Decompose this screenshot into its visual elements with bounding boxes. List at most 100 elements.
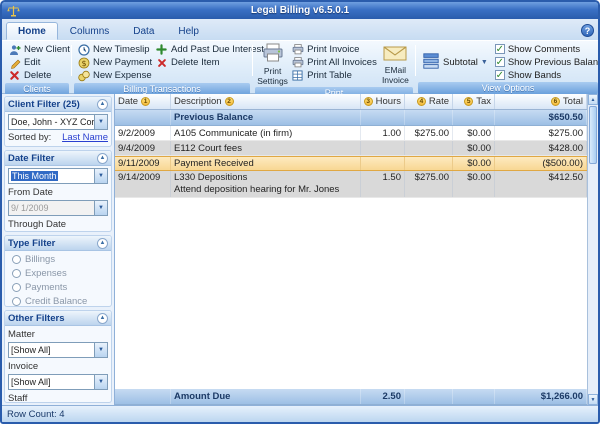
client-select[interactable]: Doe, John - XYZ Corporation ▼ [8,114,108,130]
print-invoice-button[interactable]: Print Invoice [289,43,379,56]
subtotal-button[interactable]: Subtotal ▼ [419,52,491,73]
add-past-due-interest-label: Add Past Due Interest [171,44,264,55]
ribbon-toolbar: New Client Edit Delete Clients [2,40,598,94]
tab-data[interactable]: Data [121,22,166,40]
grid-header-row: Date 1 Description 2 3 Hours 4 Rate [115,94,587,110]
chevron-down-icon[interactable]: ▼ [94,169,107,183]
collapse-chevron-icon[interactable]: ▲ [97,313,108,324]
matter-label: Matter [8,329,108,340]
chevron-down-icon[interactable]: ▼ [94,115,107,129]
chevron-down-icon[interactable]: ▼ [94,343,107,357]
column-header-description[interactable]: Description 2 [171,94,361,109]
collapse-chevron-icon[interactable]: ▲ [97,153,108,164]
from-date-field[interactable]: 9/ 1/2009 ▼ [8,200,108,216]
collapse-chevron-icon[interactable]: ▲ [97,238,108,249]
title-bar: Legal Billing v6.5.0.1 [2,2,598,19]
radio-icon[interactable] [12,283,21,292]
chevron-down-icon[interactable]: ▼ [94,201,107,215]
rate-header-label: Rate [429,96,449,107]
tab-columns[interactable]: Columns [58,22,121,40]
staff-label: Staff [8,393,108,403]
print-table-button[interactable]: Print Table [289,69,379,82]
date-preset-value: This Month [9,169,94,183]
client-filter-header[interactable]: Client Filter (25) ▲ [5,97,111,112]
vertical-scrollbar[interactable]: ▲ ▼ [587,94,598,405]
delete-x-icon [8,69,21,82]
other-filters-panel: Other Filters ▲ Matter [Show All] ▼ Invo… [4,310,112,403]
add-past-due-interest-button[interactable]: Add Past Due Interest [153,43,266,56]
status-bar: Row Count: 4 [2,405,598,422]
show-previous-balance-checkbox[interactable]: Show Previous Balance [495,56,600,68]
delete-client-button[interactable]: Delete [6,69,68,82]
column-header-tax[interactable]: 5 Tax [453,94,495,109]
row-count: Row Count: 4 [7,409,65,420]
new-expense-button[interactable]: New Expense [75,69,153,82]
column-header-total[interactable]: 6 Total [495,94,587,109]
radio-credit-balance-label: Credit Balance [25,296,87,307]
scrollbar-track[interactable] [588,165,598,394]
help-button[interactable]: ? [581,24,594,37]
radio-icon[interactable] [12,255,21,264]
cell-description: Payment Received [171,157,361,170]
new-client-button[interactable]: New Client [6,43,68,56]
cell-total: $275.00 [495,126,587,140]
column-header-hours[interactable]: 3 Hours [361,94,405,109]
tax-header-label: Tax [476,96,491,107]
date-filter-header[interactable]: Date Filter ▲ [5,151,111,166]
print-all-invoices-button[interactable]: Print All Invoices [289,56,379,69]
cell-tax: $0.00 [453,126,495,140]
table-row[interactable]: 9/2/2009 A105 Communicate (in firm) 1.00… [115,126,587,141]
cell-tax: $0.00 [453,141,495,155]
scroll-down-arrow-icon[interactable]: ▼ [588,394,598,405]
from-date-value: 9/ 1/2009 [9,201,94,215]
other-filters-header[interactable]: Other Filters ▲ [5,311,111,326]
radio-payments[interactable]: Payments [8,281,108,293]
table-row[interactable]: 9/14/2009 L330 Depositions Attend deposi… [115,171,587,198]
envelope-icon [383,45,407,64]
show-comments-checkbox[interactable]: Show Comments [495,43,600,55]
type-filter-header[interactable]: Type Filter ▲ [5,236,111,251]
radio-icon[interactable] [12,297,21,306]
invoice-select[interactable]: [Show All] ▼ [8,374,108,390]
date-preset-select[interactable]: This Month ▼ [8,168,108,184]
billing-grid-area: Date 1 Description 2 3 Hours 4 Rate [115,94,598,405]
email-invoice-button[interactable]: EMail Invoice [379,43,412,86]
column-header-rate[interactable]: 4 Rate [405,94,453,109]
column-header-date[interactable]: Date 1 [115,94,171,109]
checkbox-icon[interactable] [495,70,505,80]
collapse-chevron-icon[interactable]: ▲ [97,99,108,110]
group-billing-transactions: New Timeslip $ New Payment New Expense A… [73,42,251,91]
new-payment-button[interactable]: $ New Payment [75,56,153,69]
toolbar-separator [252,45,253,76]
client-filter-title: Client Filter (25) [8,99,80,110]
checkbox-icon[interactable] [495,44,505,54]
new-payment-label: New Payment [93,57,152,68]
subtotal-dropdown-caret-icon[interactable]: ▼ [481,59,488,66]
cell-hours: 1.50 [361,171,405,197]
delete-client-label: Delete [24,70,51,81]
radio-credit-balance[interactable]: Credit Balance [8,295,108,307]
radio-icon[interactable] [12,269,21,278]
radio-expenses[interactable]: Expenses [8,267,108,279]
new-timeslip-button[interactable]: New Timeslip [75,43,153,56]
chevron-down-icon[interactable]: ▼ [94,375,107,389]
matter-select[interactable]: [Show All] ▼ [8,342,108,358]
date-header-label: Date [118,96,138,107]
group-clients: New Client Edit Delete Clients [4,42,70,91]
show-bands-checkbox[interactable]: Show Bands [495,69,600,81]
new-client-icon [8,43,21,56]
edit-client-button[interactable]: Edit [6,56,68,69]
checkbox-icon[interactable] [495,57,505,67]
sorted-by-link[interactable]: Last Name [62,132,108,143]
scrollbar-thumb[interactable] [589,106,597,164]
tab-help[interactable]: Help [166,22,211,40]
table-row-selected[interactable]: 9/11/2009 Payment Received $0.00 ($500.0… [115,156,587,171]
scroll-up-arrow-icon[interactable]: ▲ [588,94,598,105]
delete-item-button[interactable]: Delete Item [153,56,266,69]
radio-billings[interactable]: Billings [8,253,108,265]
description-line1: L330 Depositions [174,172,339,184]
group-filter-link[interactable]: All [97,145,108,147]
print-settings-button[interactable]: Print Settings [256,43,289,86]
table-row[interactable]: 9/4/2009 E112 Court fees $0.00 $428.00 [115,141,587,156]
tab-home[interactable]: Home [6,22,58,40]
